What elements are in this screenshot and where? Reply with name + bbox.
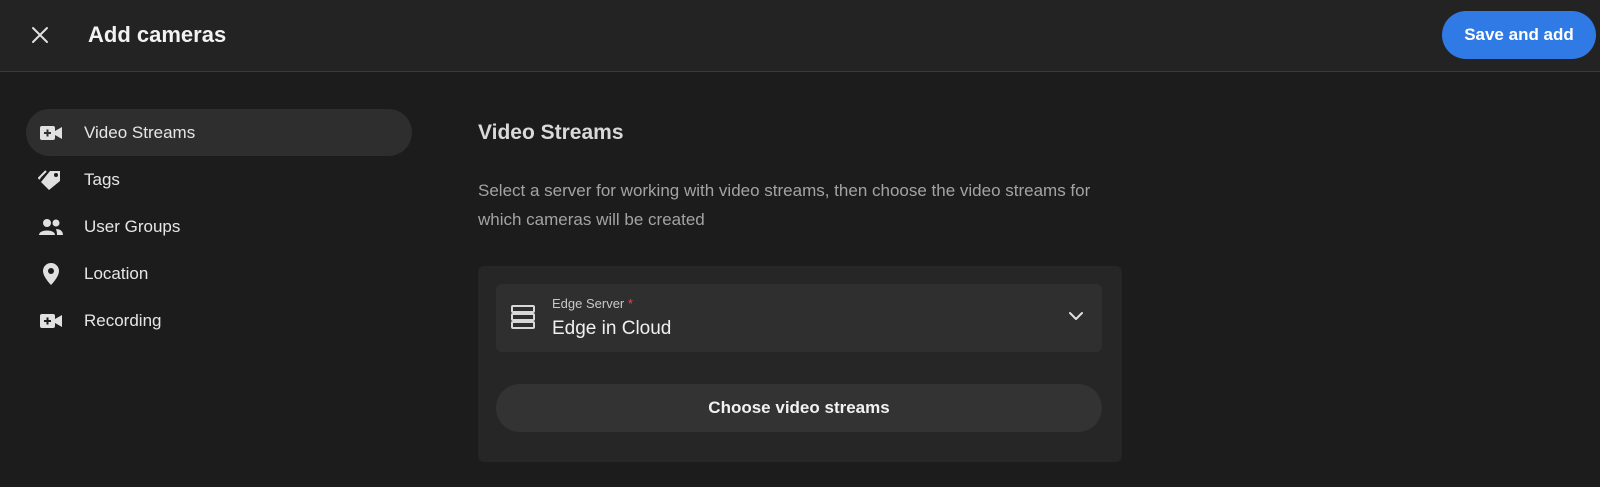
sidebar-item-location[interactable]: Location bbox=[26, 250, 412, 297]
edge-server-select[interactable]: Edge Server * Edge in Cloud bbox=[496, 284, 1102, 352]
server-icon bbox=[510, 304, 536, 335]
sidebar-item-label: User Groups bbox=[84, 216, 181, 236]
top-bar: Add cameras Save and add bbox=[0, 0, 1600, 72]
sidebar-item-video-streams[interactable]: Video Streams bbox=[26, 109, 412, 156]
sidebar-item-label: Recording bbox=[84, 310, 162, 330]
save-and-add-button[interactable]: Save and add bbox=[1442, 11, 1596, 59]
tags-icon bbox=[38, 167, 64, 193]
video-camera-icon bbox=[38, 308, 64, 334]
close-button[interactable] bbox=[22, 17, 58, 53]
edge-server-label-text: Edge Server bbox=[552, 296, 625, 311]
sidebar-item-user-groups[interactable]: User Groups bbox=[26, 203, 412, 250]
page-title: Add cameras bbox=[88, 22, 227, 47]
location-pin-icon bbox=[38, 261, 64, 287]
sidebar-item-label: Location bbox=[84, 263, 149, 283]
user-group-icon bbox=[38, 214, 64, 240]
edge-server-value: Edge in Cloud bbox=[552, 318, 672, 339]
choose-video-streams-button[interactable]: Choose video streams bbox=[496, 384, 1102, 432]
section-title: Video Streams bbox=[478, 121, 624, 144]
edge-server-label: Edge Server * bbox=[552, 296, 633, 311]
server-card: Edge Server * Edge in Cloud Choose video… bbox=[478, 266, 1122, 462]
video-camera-icon bbox=[38, 120, 64, 146]
sidebar-item-tags[interactable]: Tags bbox=[26, 156, 412, 203]
sidebar-item-label: Video Streams bbox=[84, 122, 196, 142]
chevron-down-icon bbox=[1066, 306, 1086, 331]
main-content: Video Streams Select a server for workin… bbox=[478, 118, 1090, 229]
sidebar-item-label: Tags bbox=[84, 169, 120, 189]
sidebar-item-recording[interactable]: Recording bbox=[26, 297, 412, 344]
section-description: Select a server for working with video s… bbox=[478, 181, 1091, 229]
close-icon bbox=[32, 27, 48, 43]
sidebar: Video Streams Tags User Groups Location … bbox=[26, 109, 412, 344]
required-marker: * bbox=[627, 296, 633, 311]
